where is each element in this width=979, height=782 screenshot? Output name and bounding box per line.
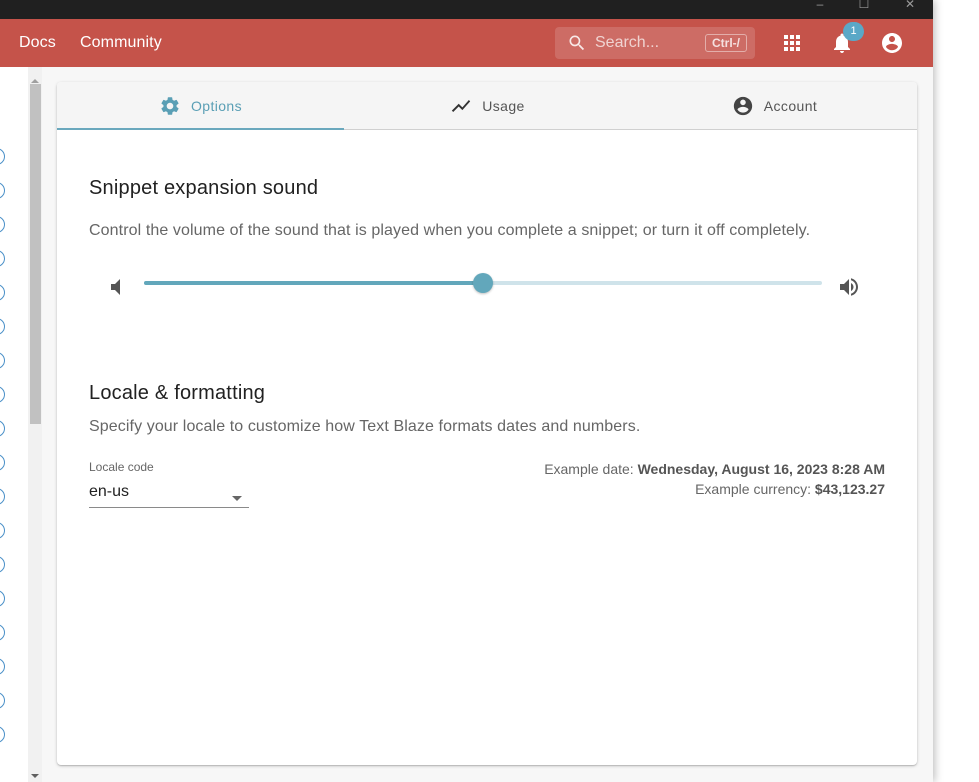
volume-slider-thumb[interactable] xyxy=(473,273,493,293)
sound-section-title: Snippet expansion sound xyxy=(89,177,319,199)
maximize-button[interactable]: ☐ xyxy=(841,0,887,19)
list-item-icon[interactable] xyxy=(0,726,5,743)
list-item-icon[interactable] xyxy=(0,216,5,233)
app-bar: Docs Community Ctrl-/ xyxy=(0,19,933,67)
settings-card: Options Usage Account Snippet expansion … xyxy=(57,82,917,765)
list-item-icon[interactable] xyxy=(0,182,5,199)
locale-code-select[interactable]: en-us xyxy=(89,480,249,508)
tab-label: Usage xyxy=(482,98,525,114)
close-button[interactable]: ✕ xyxy=(887,0,933,19)
account-circle-icon xyxy=(733,96,752,116)
locale-code-value: en-us xyxy=(89,483,130,500)
example-currency-value: $43,123.27 xyxy=(814,481,885,497)
apps-grid-icon[interactable] xyxy=(780,31,804,55)
list-item-icon[interactable] xyxy=(0,386,5,403)
example-currency: Example currency: $43,123.27 xyxy=(695,481,885,497)
search-input[interactable] xyxy=(595,31,705,55)
trending-line-icon xyxy=(452,100,471,112)
example-date-label: Example date: xyxy=(544,461,634,477)
nav-community-link[interactable]: Community xyxy=(80,19,162,67)
list-item-icon[interactable] xyxy=(0,624,5,641)
nav-docs-link[interactable]: Docs xyxy=(19,19,56,67)
notification-badge: 1 xyxy=(843,22,864,41)
settings-tabs: Options Usage Account xyxy=(57,82,917,130)
list-item-icon[interactable] xyxy=(0,454,5,471)
list-item-icon[interactable] xyxy=(0,658,5,675)
tab-label: Account xyxy=(763,98,818,114)
list-item-icon[interactable] xyxy=(0,352,5,369)
tab-label: Options xyxy=(190,98,243,114)
sound-section-description: Control the volume of the sound that is … xyxy=(89,222,811,239)
scroll-up-arrow-icon[interactable] xyxy=(31,72,39,83)
list-item-icon[interactable] xyxy=(0,148,5,165)
account-circle-icon[interactable] xyxy=(880,31,904,55)
search-shortcut-hint: Ctrl-/ xyxy=(705,34,747,52)
active-tab-indicator xyxy=(57,128,344,130)
gear-icon xyxy=(161,97,179,115)
snippet-list-strip xyxy=(0,67,28,782)
list-item-icon[interactable] xyxy=(0,556,5,573)
search-icon xyxy=(567,33,587,58)
minimize-button[interactable]: – xyxy=(797,0,843,19)
list-item-icon[interactable] xyxy=(0,318,5,335)
volume-mute-icon[interactable] xyxy=(104,275,128,299)
tab-usage[interactable]: Usage xyxy=(344,82,631,130)
app-window: – ☐ ✕ Docs Community Ctrl-/ 1 xyxy=(0,0,933,782)
example-currency-label: Example currency: xyxy=(695,481,812,497)
locale-code-label: Locale code xyxy=(89,460,154,474)
tab-options[interactable]: Options xyxy=(57,82,344,130)
example-date: Example date: Wednesday, August 16, 2023… xyxy=(544,461,885,477)
list-item-icon[interactable] xyxy=(0,488,5,505)
scroll-down-arrow-icon[interactable] xyxy=(31,767,39,778)
list-item-icon[interactable] xyxy=(0,250,5,267)
list-item-icon[interactable] xyxy=(0,590,5,607)
example-date-value: Wednesday, August 16, 2023 8:28 AM xyxy=(637,461,885,477)
dropdown-arrow-icon xyxy=(231,490,243,508)
list-item-icon[interactable] xyxy=(0,522,5,539)
list-item-icon[interactable] xyxy=(0,284,5,301)
list-item-icon[interactable] xyxy=(0,420,5,437)
title-bar: – ☐ ✕ xyxy=(0,0,933,19)
locale-section-title: Locale & formatting xyxy=(89,382,266,404)
locale-section-description: Specify your locale to customize how Tex… xyxy=(89,418,641,435)
volume-up-icon[interactable] xyxy=(837,275,861,299)
tab-account[interactable]: Account xyxy=(631,82,918,130)
list-item-icon[interactable] xyxy=(0,692,5,709)
volume-slider-fill xyxy=(144,281,483,285)
scrollbar-thumb[interactable] xyxy=(30,84,41,424)
